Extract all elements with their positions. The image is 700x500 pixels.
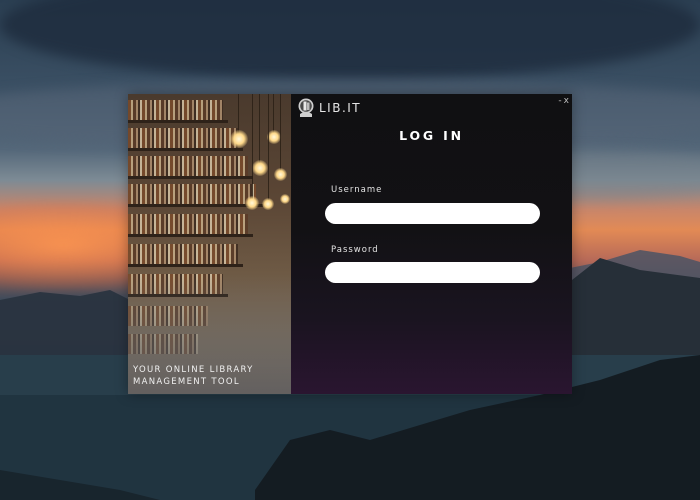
close-button[interactable]: x xyxy=(564,96,569,106)
password-label: Password xyxy=(331,245,379,255)
tagline-line-1: YOUR ONLINE LIBRARY xyxy=(133,365,254,375)
bookshelf-row xyxy=(128,214,248,234)
login-window: YOUR ONLINE LIBRARY MANAGEMENT TOOL LIB.… xyxy=(128,94,572,394)
light-bulb-icon xyxy=(252,160,268,176)
shelf-board xyxy=(128,148,243,151)
light-bulb-icon xyxy=(267,130,281,144)
library-hero-image: YOUR ONLINE LIBRARY MANAGEMENT TOOL xyxy=(128,94,291,394)
light-bulb-icon xyxy=(245,196,259,210)
bulb-cord xyxy=(238,94,239,134)
password-input[interactable] xyxy=(325,262,540,283)
light-bulb-icon xyxy=(280,194,290,204)
shelf-board xyxy=(128,234,253,237)
brand-header: LIB.IT xyxy=(297,98,361,118)
light-bulb-icon xyxy=(262,198,274,210)
bulb-cord xyxy=(273,94,274,134)
bookshelf-row xyxy=(128,156,248,176)
brand-name: LIB.IT xyxy=(319,101,362,115)
bookshelf-row xyxy=(128,128,238,148)
shelf-board xyxy=(128,120,228,123)
book-lamp-logo-icon xyxy=(298,98,314,117)
shelf-board xyxy=(128,264,243,267)
desktop-background: YOUR ONLINE LIBRARY MANAGEMENT TOOL LIB.… xyxy=(0,0,700,500)
minimize-button[interactable]: - xyxy=(558,96,561,106)
bulb-cord xyxy=(268,94,269,202)
shelf-board xyxy=(128,176,253,179)
bookshelf-row xyxy=(128,184,256,204)
username-label: Username xyxy=(331,185,383,195)
app-tagline: YOUR ONLINE LIBRARY MANAGEMENT TOOL xyxy=(133,364,283,388)
login-form-panel: LIB.IT - x LOG IN Username Password xyxy=(291,94,572,394)
light-bulb-icon xyxy=(274,168,287,181)
bookshelf-row xyxy=(128,244,238,264)
bulb-cord xyxy=(252,94,253,199)
shelf-board xyxy=(128,204,263,207)
username-input[interactable] xyxy=(325,203,540,224)
bulb-cord xyxy=(259,94,260,164)
tagline-line-2: MANAGEMENT TOOL xyxy=(133,377,240,387)
bulb-cord xyxy=(280,94,281,172)
light-bulb-icon xyxy=(230,130,248,148)
window-controls: - x xyxy=(558,96,569,106)
bookshelf-row xyxy=(128,100,223,120)
login-title: LOG IN xyxy=(399,128,464,143)
